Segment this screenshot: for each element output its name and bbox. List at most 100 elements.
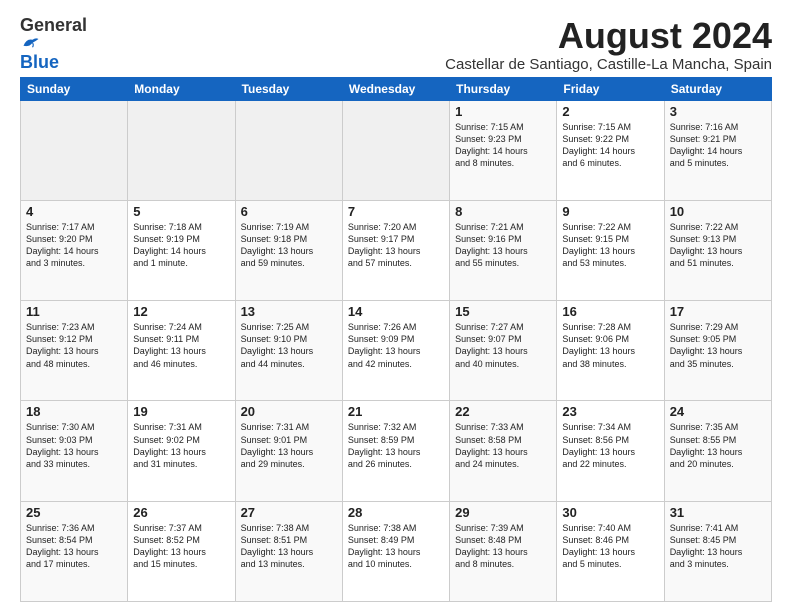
day-info: Sunrise: 7:27 AM Sunset: 9:07 PM Dayligh…	[455, 321, 551, 370]
day-number: 20	[241, 404, 337, 419]
day-info: Sunrise: 7:25 AM Sunset: 9:10 PM Dayligh…	[241, 321, 337, 370]
table-row: 10 Sunrise: 7:22 AM Sunset: 9:13 PM Dayli…	[664, 200, 771, 300]
day-number: 6	[241, 204, 337, 219]
col-sunday: Sunday	[21, 77, 128, 100]
day-number: 24	[670, 404, 766, 419]
day-info: Sunrise: 7:39 AM Sunset: 8:48 PM Dayligh…	[455, 522, 551, 571]
day-number: 22	[455, 404, 551, 419]
day-number: 19	[133, 404, 229, 419]
table-row: 7 Sunrise: 7:20 AM Sunset: 9:17 PM Daylig…	[342, 200, 449, 300]
table-row: 17 Sunrise: 7:29 AM Sunset: 9:05 PM Dayli…	[664, 301, 771, 401]
col-monday: Monday	[128, 77, 235, 100]
day-info: Sunrise: 7:31 AM Sunset: 9:01 PM Dayligh…	[241, 421, 337, 470]
day-info: Sunrise: 7:38 AM Sunset: 8:49 PM Dayligh…	[348, 522, 444, 571]
col-thursday: Thursday	[450, 77, 557, 100]
day-info: Sunrise: 7:19 AM Sunset: 9:18 PM Dayligh…	[241, 221, 337, 270]
table-row: 1 Sunrise: 7:15 AM Sunset: 9:23 PM Daylig…	[450, 100, 557, 200]
day-info: Sunrise: 7:20 AM Sunset: 9:17 PM Dayligh…	[348, 221, 444, 270]
day-info: Sunrise: 7:15 AM Sunset: 9:23 PM Dayligh…	[455, 121, 551, 170]
day-info: Sunrise: 7:18 AM Sunset: 9:19 PM Dayligh…	[133, 221, 229, 270]
day-number: 17	[670, 304, 766, 319]
table-row: 30 Sunrise: 7:40 AM Sunset: 8:46 PM Dayli…	[557, 501, 664, 601]
day-info: Sunrise: 7:34 AM Sunset: 8:56 PM Dayligh…	[562, 421, 658, 470]
day-number: 26	[133, 505, 229, 520]
table-row: 11 Sunrise: 7:23 AM Sunset: 9:12 PM Dayli…	[21, 301, 128, 401]
day-info: Sunrise: 7:26 AM Sunset: 9:09 PM Dayligh…	[348, 321, 444, 370]
day-info: Sunrise: 7:41 AM Sunset: 8:45 PM Dayligh…	[670, 522, 766, 571]
day-info: Sunrise: 7:24 AM Sunset: 9:11 PM Dayligh…	[133, 321, 229, 370]
logo-bird-icon	[22, 35, 40, 49]
table-row: 5Sunrise: 7:18 AM Sunset: 9:19 PM Daylig…	[128, 200, 235, 300]
day-number: 10	[670, 204, 766, 219]
day-number: 2	[562, 104, 658, 119]
table-row: 16Sunrise: 7:28 AM Sunset: 9:06 PM Dayli…	[557, 301, 664, 401]
table-row: 12 Sunrise: 7:24 AM Sunset: 9:11 PM Dayli…	[128, 301, 235, 401]
table-row: 29Sunrise: 7:39 AM Sunset: 8:48 PM Dayli…	[450, 501, 557, 601]
table-row	[342, 100, 449, 200]
day-number: 12	[133, 304, 229, 319]
day-info: Sunrise: 7:30 AM Sunset: 9:03 PM Dayligh…	[26, 421, 122, 470]
table-row: 2 Sunrise: 7:15 AM Sunset: 9:22 PM Daylig…	[557, 100, 664, 200]
day-number: 13	[241, 304, 337, 319]
calendar-table: Sunday Monday Tuesday Wednesday Thursday…	[20, 77, 772, 602]
table-row: 24 Sunrise: 7:35 AM Sunset: 8:55 PM Dayli…	[664, 401, 771, 501]
day-number: 31	[670, 505, 766, 520]
col-wednesday: Wednesday	[342, 77, 449, 100]
day-info: Sunrise: 7:32 AM Sunset: 8:59 PM Dayligh…	[348, 421, 444, 470]
logo-blue-text: Blue	[20, 53, 100, 71]
table-row: 14 Sunrise: 7:26 AM Sunset: 9:09 PM Dayli…	[342, 301, 449, 401]
title-block: August 2024 Castellar de Santiago, Casti…	[100, 16, 772, 73]
table-row: 20 Sunrise: 7:31 AM Sunset: 9:01 PM Dayli…	[235, 401, 342, 501]
day-number: 1	[455, 104, 551, 119]
day-number: 3	[670, 104, 766, 119]
table-row: 8Sunrise: 7:21 AM Sunset: 9:16 PM Daylig…	[450, 200, 557, 300]
table-row: 22 Sunrise: 7:33 AM Sunset: 8:58 PM Dayli…	[450, 401, 557, 501]
day-number: 11	[26, 304, 122, 319]
day-number: 23	[562, 404, 658, 419]
day-number: 7	[348, 204, 444, 219]
day-number: 21	[348, 404, 444, 419]
day-info: Sunrise: 7:17 AM Sunset: 9:20 PM Dayligh…	[26, 221, 122, 270]
day-info: Sunrise: 7:15 AM Sunset: 9:22 PM Dayligh…	[562, 121, 658, 170]
day-number: 28	[348, 505, 444, 520]
day-number: 4	[26, 204, 122, 219]
table-row: 21 Sunrise: 7:32 AM Sunset: 8:59 PM Dayli…	[342, 401, 449, 501]
table-row: 9 Sunrise: 7:22 AM Sunset: 9:15 PM Daylig…	[557, 200, 664, 300]
table-row: 4 Sunrise: 7:17 AM Sunset: 9:20 PM Daylig…	[21, 200, 128, 300]
day-info: Sunrise: 7:22 AM Sunset: 9:13 PM Dayligh…	[670, 221, 766, 270]
logo-general-text: General	[20, 15, 87, 35]
table-row: 13 Sunrise: 7:25 AM Sunset: 9:10 PM Dayli…	[235, 301, 342, 401]
table-row: 3 Sunrise: 7:16 AM Sunset: 9:21 PM Daylig…	[664, 100, 771, 200]
location-title: Castellar de Santiago, Castille-La Manch…	[100, 56, 772, 73]
table-row: 28 Sunrise: 7:38 AM Sunset: 8:49 PM Dayli…	[342, 501, 449, 601]
day-info: Sunrise: 7:33 AM Sunset: 8:58 PM Dayligh…	[455, 421, 551, 470]
day-info: Sunrise: 7:23 AM Sunset: 9:12 PM Dayligh…	[26, 321, 122, 370]
day-info: Sunrise: 7:28 AM Sunset: 9:06 PM Dayligh…	[562, 321, 658, 370]
day-info: Sunrise: 7:31 AM Sunset: 9:02 PM Dayligh…	[133, 421, 229, 470]
day-info: Sunrise: 7:16 AM Sunset: 9:21 PM Dayligh…	[670, 121, 766, 170]
day-info: Sunrise: 7:37 AM Sunset: 8:52 PM Dayligh…	[133, 522, 229, 571]
month-title: August 2024	[100, 16, 772, 56]
day-info: Sunrise: 7:35 AM Sunset: 8:55 PM Dayligh…	[670, 421, 766, 470]
day-number: 15	[455, 304, 551, 319]
col-saturday: Saturday	[664, 77, 771, 100]
col-tuesday: Tuesday	[235, 77, 342, 100]
day-number: 9	[562, 204, 658, 219]
table-row	[235, 100, 342, 200]
day-info: Sunrise: 7:29 AM Sunset: 9:05 PM Dayligh…	[670, 321, 766, 370]
day-info: Sunrise: 7:22 AM Sunset: 9:15 PM Dayligh…	[562, 221, 658, 270]
day-info: Sunrise: 7:36 AM Sunset: 8:54 PM Dayligh…	[26, 522, 122, 571]
day-info: Sunrise: 7:38 AM Sunset: 8:51 PM Dayligh…	[241, 522, 337, 571]
table-row	[21, 100, 128, 200]
table-row: 31 Sunrise: 7:41 AM Sunset: 8:45 PM Dayli…	[664, 501, 771, 601]
day-number: 18	[26, 404, 122, 419]
day-info: Sunrise: 7:40 AM Sunset: 8:46 PM Dayligh…	[562, 522, 658, 571]
day-number: 14	[348, 304, 444, 319]
day-number: 30	[562, 505, 658, 520]
table-row	[128, 100, 235, 200]
day-number: 8	[455, 204, 551, 219]
table-row: 19 Sunrise: 7:31 AM Sunset: 9:02 PM Dayli…	[128, 401, 235, 501]
table-row: 26 Sunrise: 7:37 AM Sunset: 8:52 PM Dayli…	[128, 501, 235, 601]
table-row: 25Sunrise: 7:36 AM Sunset: 8:54 PM Dayli…	[21, 501, 128, 601]
table-row: 6 Sunrise: 7:19 AM Sunset: 9:18 PM Daylig…	[235, 200, 342, 300]
